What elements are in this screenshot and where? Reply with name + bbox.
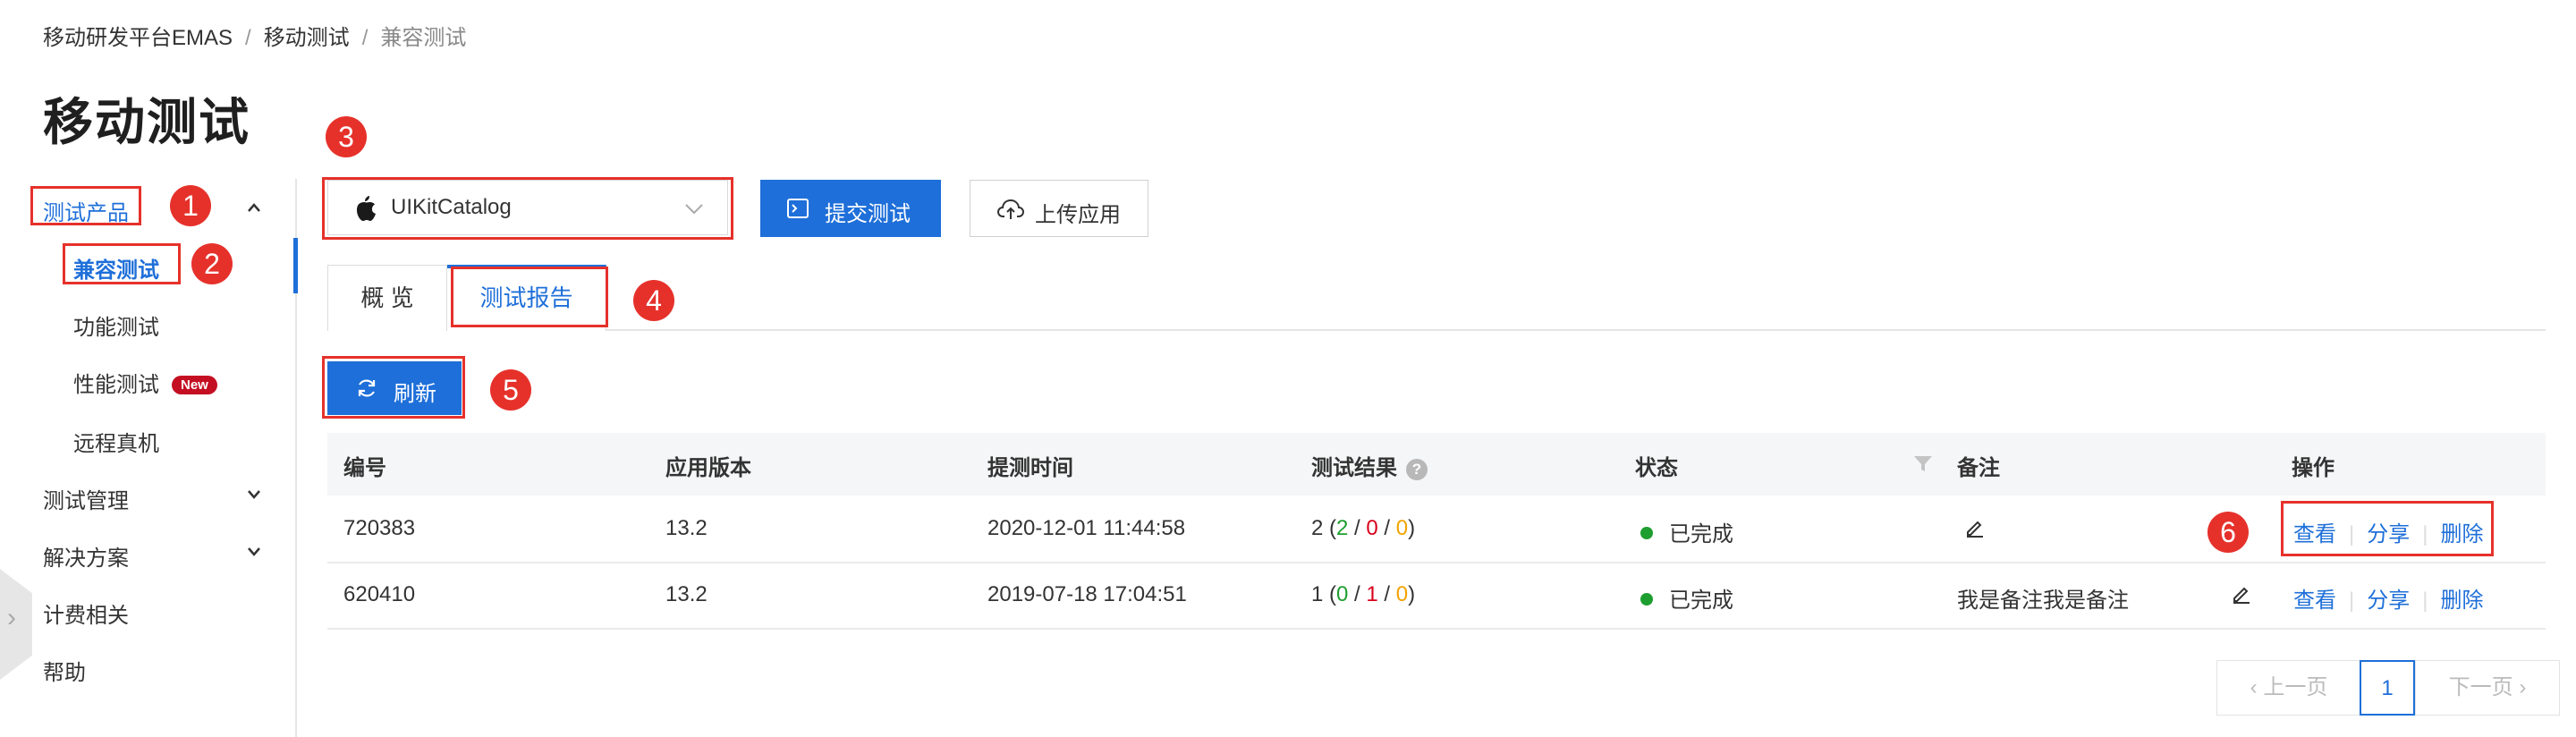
terminal-icon bbox=[787, 199, 809, 218]
chevron-right-icon: › bbox=[7, 603, 16, 632]
page-number-current[interactable]: 1 bbox=[2360, 660, 2415, 716]
cell-remark: 我是备注我是备注 bbox=[1957, 589, 2129, 613]
delete-link[interactable]: 删除 bbox=[2440, 589, 2483, 613]
submit-test-button[interactable]: 提交测试 bbox=[760, 180, 941, 237]
cell-result: 1 (0 / 1 / 0) bbox=[1311, 582, 1416, 606]
annotation-box-5 bbox=[322, 356, 465, 419]
sidebar-group-billing[interactable]: 计费相关 bbox=[43, 597, 129, 629]
cell-version: 13.2 bbox=[665, 582, 708, 606]
breadcrumb: 移动研发平台EMAS / 移动测试 / 兼容测试 bbox=[43, 20, 466, 51]
prev-page-label: 上一页 bbox=[2263, 675, 2328, 699]
cell-submit-time: 2020-12-01 11:44:58 bbox=[987, 516, 1186, 540]
table-header bbox=[327, 433, 2546, 496]
next-page-button[interactable]: 下一页 › bbox=[2415, 660, 2560, 716]
col-header-version: 应用版本 bbox=[665, 456, 751, 480]
col-header-result-label: 测试结果 bbox=[1311, 456, 1397, 480]
sidebar-group-help[interactable]: 帮助 bbox=[43, 655, 86, 686]
cell-status: 已完成 bbox=[1640, 582, 1733, 614]
help-icon[interactable]: ? bbox=[1406, 459, 1428, 480]
col-header-result: 测试结果? bbox=[1311, 450, 1428, 481]
cell-id: 620410 bbox=[343, 582, 416, 606]
annotation-number-6: 6 bbox=[2207, 512, 2249, 553]
annotation-number-5: 5 bbox=[490, 369, 531, 411]
result-warn: 0 bbox=[1395, 582, 1409, 606]
left-panel-toggle[interactable]: › bbox=[0, 569, 32, 680]
result-warn: 0 bbox=[1395, 516, 1409, 540]
result-pass: 0 bbox=[1336, 582, 1349, 606]
next-page-label: 下一页 bbox=[2448, 675, 2513, 699]
status-dot-icon bbox=[1640, 527, 1653, 539]
status-text: 已完成 bbox=[1669, 522, 1733, 546]
tabs-divider bbox=[327, 329, 2546, 331]
share-link[interactable]: 分享 bbox=[2367, 589, 2410, 613]
sidebar-item-remote-device[interactable]: 远程真机 bbox=[73, 426, 159, 457]
col-header-submit-time: 提测时间 bbox=[987, 456, 1073, 480]
breadcrumb-item-current: 兼容测试 bbox=[380, 26, 467, 50]
chevron-right-icon: › bbox=[2512, 675, 2527, 699]
row-actions: 查看 | 分享 | 删除 bbox=[2293, 582, 2483, 614]
annotation-box-2 bbox=[63, 243, 181, 284]
breadcrumb-item-emas[interactable]: 移动研发平台EMAS bbox=[43, 26, 233, 50]
annotation-number-3: 3 bbox=[326, 116, 367, 157]
sidebar-group-test-management[interactable]: 测试管理 bbox=[43, 483, 129, 514]
result-total: 1 bbox=[1311, 582, 1324, 606]
status-dot-icon bbox=[1640, 593, 1653, 606]
op-separator: | bbox=[2422, 589, 2428, 613]
col-header-remark: 备注 bbox=[1957, 456, 2000, 480]
annotation-box-6 bbox=[2281, 501, 2494, 556]
chevron-left-icon: ‹ bbox=[2250, 675, 2264, 699]
col-header-id: 编号 bbox=[343, 456, 386, 480]
result-fail: 1 bbox=[1366, 582, 1378, 606]
new-badge: New bbox=[172, 376, 217, 394]
sidebar-item-label: 性能测试 bbox=[73, 373, 159, 397]
chevron-down-icon[interactable] bbox=[247, 546, 261, 556]
result-pass: 2 bbox=[1336, 516, 1349, 540]
breadcrumb-item-mobile-test[interactable]: 移动测试 bbox=[264, 26, 350, 50]
op-separator: | bbox=[2349, 589, 2355, 613]
row-divider bbox=[327, 628, 2546, 630]
annotation-number-4: 4 bbox=[633, 280, 674, 321]
view-link[interactable]: 查看 bbox=[2293, 589, 2336, 613]
annotation-box-3 bbox=[322, 177, 733, 240]
tab-overview[interactable]: 概 览 bbox=[327, 265, 447, 331]
result-fail: 0 bbox=[1366, 516, 1378, 540]
status-text: 已完成 bbox=[1669, 589, 1733, 613]
cell-id: 720383 bbox=[343, 516, 416, 540]
edit-icon[interactable] bbox=[2231, 583, 2252, 605]
upload-app-button[interactable]: 上传应用 bbox=[970, 180, 1148, 237]
cell-submit-time: 2019-07-18 17:04:51 bbox=[987, 582, 1187, 606]
col-header-actions: 操作 bbox=[2292, 456, 2334, 480]
chevron-up-icon[interactable] bbox=[247, 202, 261, 213]
annotation-number-2: 2 bbox=[191, 243, 233, 284]
cell-version: 13.2 bbox=[665, 516, 708, 540]
annotation-box-4 bbox=[451, 267, 608, 327]
prev-page-button[interactable]: ‹ 上一页 bbox=[2216, 660, 2361, 716]
cloud-upload-icon bbox=[997, 199, 1024, 219]
sidebar-group-solutions[interactable]: 解决方案 bbox=[43, 540, 129, 572]
cell-status: 已完成 bbox=[1640, 516, 1733, 547]
page-title: 移动测试 bbox=[43, 94, 250, 150]
cell-result: 2 (2 / 0 / 0) bbox=[1311, 516, 1416, 540]
sidebar-active-indicator bbox=[293, 238, 298, 293]
breadcrumb-separator: / bbox=[361, 26, 369, 50]
result-total: 2 bbox=[1311, 516, 1324, 540]
annotation-box-1 bbox=[30, 186, 141, 225]
sidebar-item-function-test[interactable]: 功能测试 bbox=[73, 309, 159, 341]
chevron-down-icon[interactable] bbox=[247, 488, 261, 499]
upload-app-label: 上传应用 bbox=[1035, 203, 1121, 227]
annotation-number-1: 1 bbox=[170, 185, 211, 226]
edit-icon[interactable] bbox=[1964, 517, 1986, 538]
filter-icon[interactable] bbox=[1912, 453, 1934, 474]
submit-test-label: 提交测试 bbox=[825, 202, 911, 226]
col-header-status: 状态 bbox=[1635, 456, 1678, 480]
breadcrumb-separator: / bbox=[245, 26, 251, 50]
row-divider bbox=[327, 562, 2546, 563]
sidebar-item-performance-test[interactable]: 性能测试 New bbox=[73, 367, 217, 398]
